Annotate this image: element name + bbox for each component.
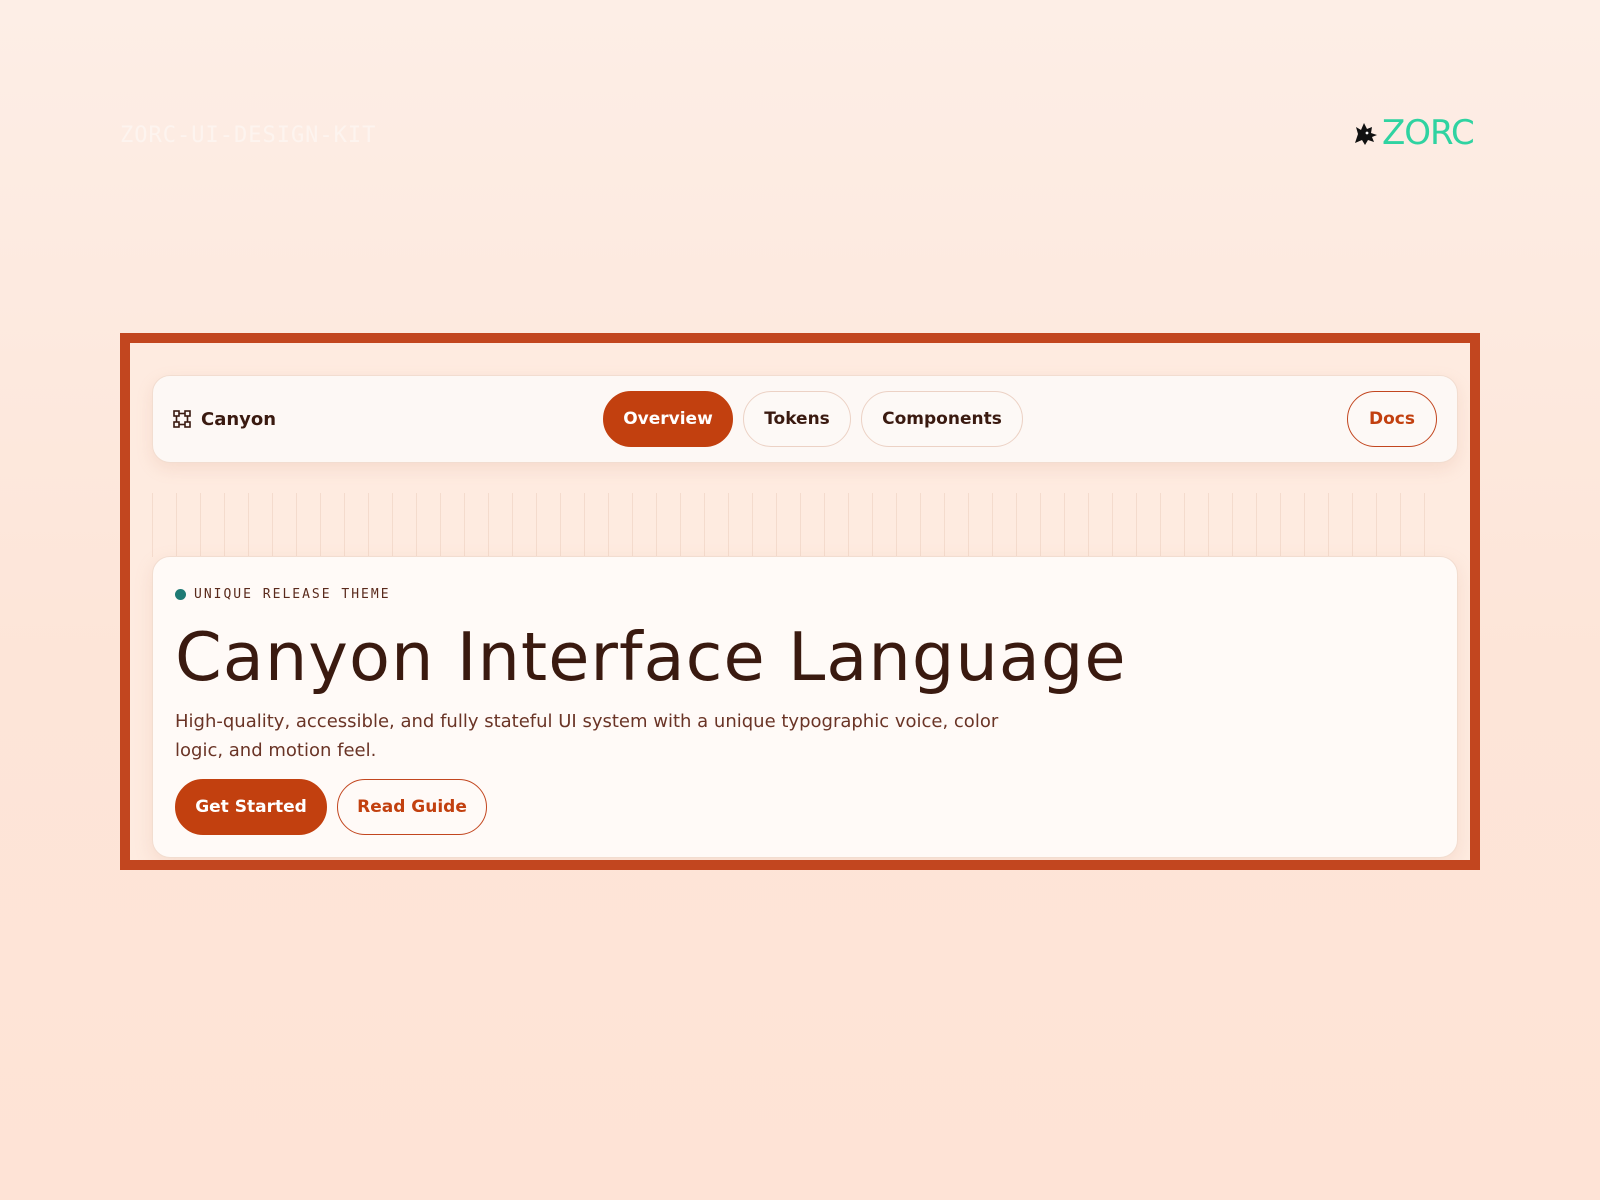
read-guide-button[interactable]: Read Guide: [337, 779, 487, 835]
navbar: Canyon Overview Tokens Components Docs: [152, 375, 1458, 463]
status-dot-icon: [175, 589, 186, 600]
eyebrow-text: UNIQUE RELEASE THEME: [194, 587, 391, 602]
get-started-button[interactable]: Get Started: [175, 779, 327, 835]
tab-overview[interactable]: Overview: [603, 391, 733, 447]
tab-tokens[interactable]: Tokens: [743, 391, 851, 447]
wolf-head-icon: [1355, 123, 1377, 145]
hero-actions: Get Started Read Guide: [175, 779, 487, 835]
brand-name: Canyon: [201, 408, 277, 430]
frame-corners-icon: [173, 410, 191, 428]
showcase-frame: Canyon Overview Tokens Components Docs U…: [120, 333, 1480, 870]
eyebrow: UNIQUE RELEASE THEME: [175, 587, 391, 602]
nav-tabs: Overview Tokens Components: [603, 391, 1023, 447]
kit-label: ZORC-UI-DESIGN-KIT: [120, 123, 377, 148]
tab-components[interactable]: Components: [861, 391, 1023, 447]
grid-background: [152, 493, 1448, 557]
brand[interactable]: Canyon: [173, 404, 276, 434]
hero-title: Canyon Interface Language: [175, 618, 1127, 696]
docs-button[interactable]: Docs: [1347, 391, 1437, 447]
zorc-logo[interactable]: ZORC: [1352, 113, 1482, 153]
logo-wordmark: ZORC: [1382, 113, 1475, 153]
hero-card: UNIQUE RELEASE THEME Canyon Interface La…: [152, 556, 1458, 858]
hero-description: High-quality, accessible, and fully stat…: [175, 711, 999, 761]
